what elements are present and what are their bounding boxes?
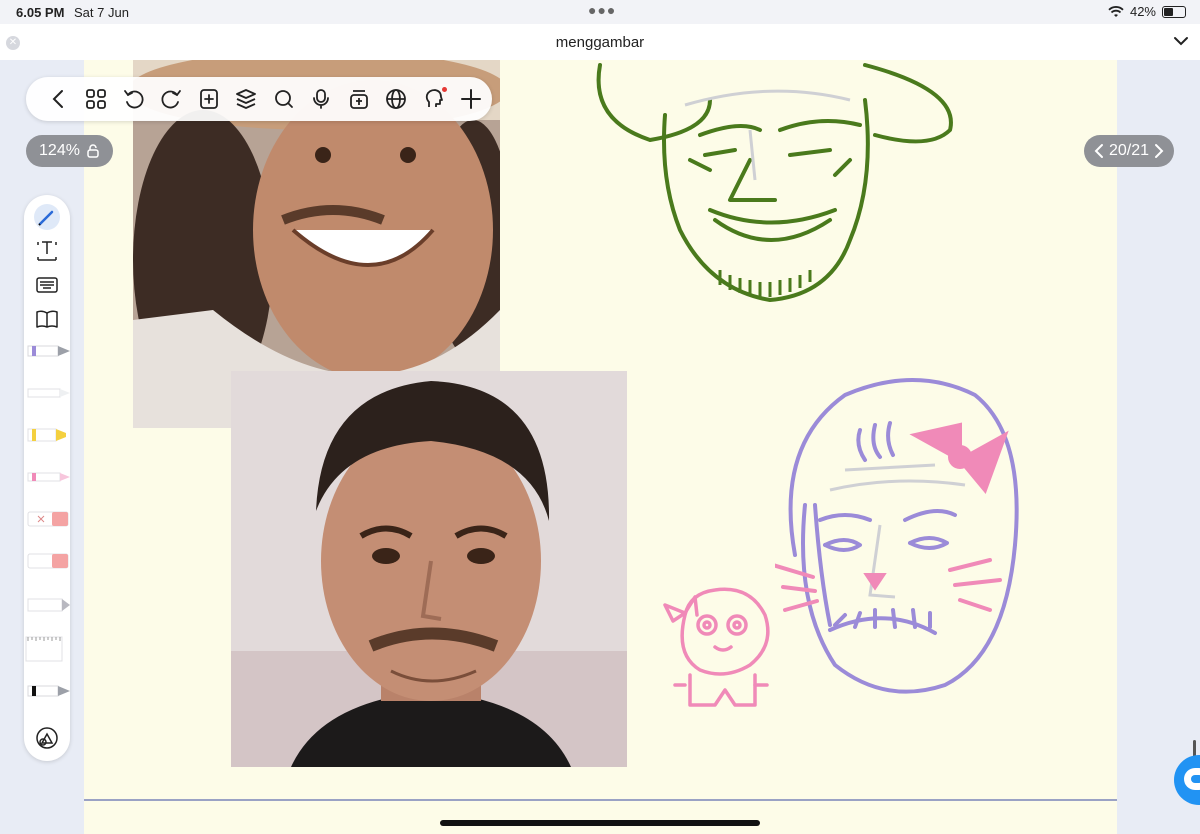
media-button[interactable] [340, 77, 378, 121]
book-icon [36, 310, 58, 328]
undo-icon [123, 90, 144, 109]
page-navigator: 20/21 [1084, 135, 1174, 167]
home-indicator[interactable] [440, 820, 760, 826]
add-button[interactable] [453, 77, 491, 121]
layers-icon [236, 89, 257, 109]
reader-tool[interactable] [24, 301, 70, 337]
shapes-icon [36, 727, 58, 749]
highlighter-tool[interactable] [24, 424, 70, 446]
photo-portrait-man-image [231, 371, 627, 767]
notification-dot [441, 87, 447, 92]
plus-icon [461, 89, 482, 109]
fountain-pen-tool[interactable] [24, 340, 70, 362]
chat-bubble-icon [1184, 768, 1200, 790]
battery-icon [1162, 5, 1186, 18]
status-indicators: 42% [1108, 4, 1186, 19]
text-box-icon [37, 241, 57, 261]
redo-icon [161, 90, 182, 109]
ai-assistant-button[interactable] [415, 77, 453, 121]
globe-icon [386, 89, 407, 109]
shapes-tool[interactable] [24, 720, 70, 756]
pink-eraser-tool[interactable] [24, 550, 70, 572]
microphone-icon [313, 89, 330, 109]
lock-icon [87, 144, 99, 158]
keyboard-tool[interactable] [24, 267, 70, 303]
zoom-indicator[interactable]: 124% [26, 135, 113, 167]
multitasking-dots-icon[interactable]: ●●● [588, 2, 616, 18]
redo-button[interactable] [153, 77, 191, 121]
pencil-tool[interactable] [24, 594, 70, 616]
web-button[interactable] [378, 77, 416, 121]
ballpoint-tool[interactable] [24, 382, 70, 404]
photo-portrait-man[interactable] [231, 371, 627, 767]
title-bar: ✕ menggambar [0, 24, 1200, 60]
back-button[interactable] [40, 77, 78, 121]
layers-button[interactable] [228, 77, 266, 121]
thumbnails-button[interactable] [78, 77, 116, 121]
tool-palette [24, 195, 70, 761]
text-box-tool[interactable] [24, 233, 70, 269]
record-audio-button[interactable] [303, 77, 341, 121]
top-toolbar [26, 77, 492, 121]
search-icon [274, 90, 293, 108]
pink-character-sketch [663, 587, 770, 707]
add-page-button[interactable] [190, 77, 228, 121]
search-button[interactable] [265, 77, 303, 121]
undo-button[interactable] [115, 77, 153, 121]
help-chat-button[interactable] [1174, 755, 1200, 805]
previous-page-icon[interactable] [1093, 143, 1105, 159]
grid-icon [86, 89, 107, 109]
document-title[interactable]: menggambar [0, 34, 1200, 51]
pink-pen-tool[interactable] [24, 466, 70, 488]
black-fountain-pen-tool[interactable] [24, 680, 70, 702]
eraser-tool[interactable] [24, 508, 70, 530]
battery-percent: 42% [1129, 4, 1156, 19]
pen-tool[interactable] [24, 199, 70, 235]
zoom-label: 124% [39, 142, 80, 159]
add-page-icon [199, 89, 218, 109]
status-bar: 6.05 PM Sat 7 Jun ●●● 42% [0, 0, 1200, 24]
next-page-icon[interactable] [1153, 143, 1165, 159]
page-number[interactable]: 20/21 [1109, 142, 1149, 160]
status-date: Sat 7 Jun [74, 5, 129, 20]
purple-face-sketch [775, 378, 1019, 694]
status-time: 6.05 PM [16, 5, 65, 20]
keyboard-icon [36, 277, 58, 293]
ruler-tool[interactable] [24, 631, 70, 665]
page-divider [84, 799, 1117, 801]
chevron-down-icon[interactable] [1172, 32, 1190, 50]
battery-level [1164, 7, 1174, 16]
green-face-sketch [596, 63, 953, 302]
chevron-left-icon [52, 90, 63, 108]
wifi-icon [1108, 5, 1124, 17]
pencil-icon [34, 204, 60, 230]
media-icon [349, 90, 368, 109]
